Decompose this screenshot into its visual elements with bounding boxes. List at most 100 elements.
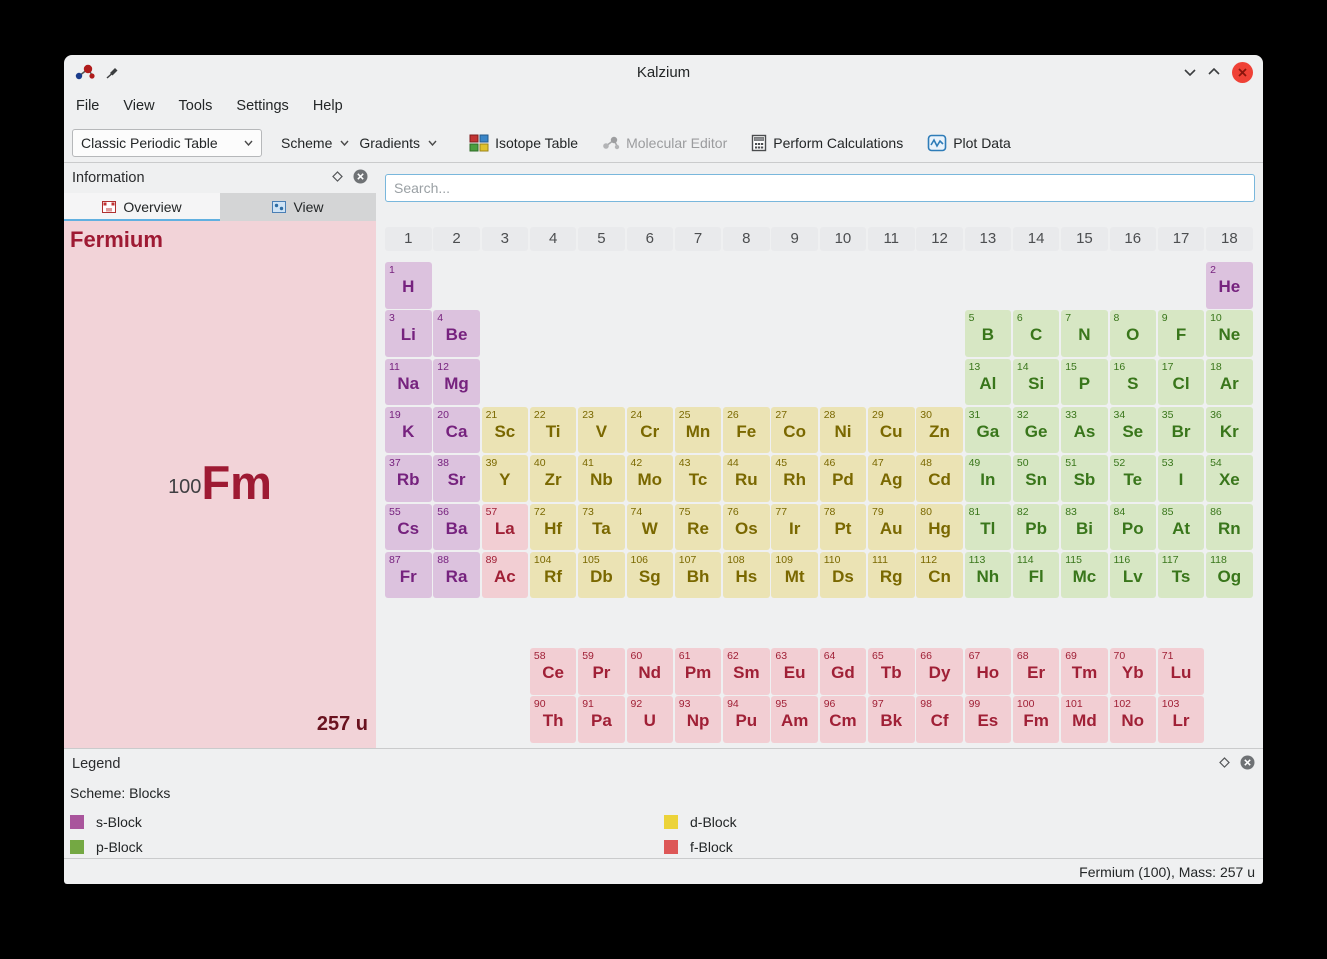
element-cell-no[interactable]: 102No — [1110, 696, 1157, 743]
element-cell-ra[interactable]: 88Ra — [433, 552, 480, 599]
element-cell-tl[interactable]: 81Tl — [965, 504, 1012, 551]
element-cell-ag[interactable]: 47Ag — [868, 455, 915, 502]
element-cell-eu[interactable]: 63Eu — [771, 648, 818, 695]
element-cell-mo[interactable]: 42Mo — [627, 455, 674, 502]
element-cell-ir[interactable]: 77Ir — [771, 504, 818, 551]
element-cell-os[interactable]: 76Os — [723, 504, 770, 551]
element-cell-ac[interactable]: 89Ac — [482, 552, 529, 599]
element-cell-tm[interactable]: 69Tm — [1061, 648, 1108, 695]
element-cell-mc[interactable]: 115Mc — [1061, 552, 1108, 599]
element-cell-pu[interactable]: 94Pu — [723, 696, 770, 743]
element-cell-rg[interactable]: 111Rg — [868, 552, 915, 599]
menu-item-settings[interactable]: Settings — [236, 98, 288, 114]
element-cell-al[interactable]: 13Al — [965, 359, 1012, 406]
element-cell-te[interactable]: 52Te — [1110, 455, 1157, 502]
element-cell-i[interactable]: 53I — [1158, 455, 1205, 502]
element-cell-cf[interactable]: 98Cf — [916, 696, 963, 743]
element-cell-og[interactable]: 118Og — [1206, 552, 1253, 599]
element-cell-ts[interactable]: 117Ts — [1158, 552, 1205, 599]
element-cell-er[interactable]: 68Er — [1013, 648, 1060, 695]
element-cell-md[interactable]: 101Md — [1061, 696, 1108, 743]
element-cell-sn[interactable]: 50Sn — [1013, 455, 1060, 502]
close-button[interactable] — [1232, 62, 1253, 83]
element-cell-ce[interactable]: 58Ce — [530, 648, 577, 695]
tab-view[interactable]: View — [220, 193, 376, 221]
element-cell-pm[interactable]: 61Pm — [675, 648, 722, 695]
element-cell-u[interactable]: 92U — [627, 696, 674, 743]
float-panel-icon[interactable] — [1219, 756, 1230, 772]
element-cell-bi[interactable]: 83Bi — [1061, 504, 1108, 551]
element-cell-o[interactable]: 8O — [1110, 310, 1157, 357]
element-cell-mg[interactable]: 12Mg — [433, 359, 480, 406]
element-cell-in[interactable]: 49In — [965, 455, 1012, 502]
element-cell-la[interactable]: 57La — [482, 504, 529, 551]
element-cell-na[interactable]: 11Na — [385, 359, 432, 406]
menu-item-help[interactable]: Help — [313, 98, 343, 114]
element-cell-sm[interactable]: 62Sm — [723, 648, 770, 695]
element-cell-br[interactable]: 35Br — [1158, 407, 1205, 454]
element-cell-np[interactable]: 93Np — [675, 696, 722, 743]
element-cell-li[interactable]: 3Li — [385, 310, 432, 357]
element-cell-am[interactable]: 95Am — [771, 696, 818, 743]
element-cell-rf[interactable]: 104Rf — [530, 552, 577, 599]
element-cell-ho[interactable]: 67Ho — [965, 648, 1012, 695]
element-cell-y[interactable]: 39Y — [482, 455, 529, 502]
element-cell-pd[interactable]: 46Pd — [820, 455, 867, 502]
element-cell-cr[interactable]: 24Cr — [627, 407, 674, 454]
element-cell-rn[interactable]: 86Rn — [1206, 504, 1253, 551]
menu-item-tools[interactable]: Tools — [179, 98, 213, 114]
element-cell-lr[interactable]: 103Lr — [1158, 696, 1205, 743]
pin-icon[interactable] — [104, 64, 120, 80]
element-cell-mt[interactable]: 109Mt — [771, 552, 818, 599]
element-cell-se[interactable]: 34Se — [1110, 407, 1157, 454]
element-cell-pr[interactable]: 59Pr — [578, 648, 625, 695]
element-cell-cl[interactable]: 17Cl — [1158, 359, 1205, 406]
element-cell-sb[interactable]: 51Sb — [1061, 455, 1108, 502]
element-cell-po[interactable]: 84Po — [1110, 504, 1157, 551]
element-cell-k[interactable]: 19K — [385, 407, 432, 454]
element-cell-w[interactable]: 74W — [627, 504, 674, 551]
element-cell-cn[interactable]: 112Cn — [916, 552, 963, 599]
float-panel-icon[interactable] — [332, 170, 343, 186]
element-cell-hg[interactable]: 80Hg — [916, 504, 963, 551]
element-cell-cs[interactable]: 55Cs — [385, 504, 432, 551]
element-cell-nh[interactable]: 113Nh — [965, 552, 1012, 599]
element-cell-rh[interactable]: 45Rh — [771, 455, 818, 502]
element-cell-v[interactable]: 23V — [578, 407, 625, 454]
element-cell-ar[interactable]: 18Ar — [1206, 359, 1253, 406]
element-cell-p[interactable]: 15P — [1061, 359, 1108, 406]
element-cell-ti[interactable]: 22Ti — [530, 407, 577, 454]
element-cell-th[interactable]: 90Th — [530, 696, 577, 743]
element-cell-nd[interactable]: 60Nd — [627, 648, 674, 695]
search-input[interactable] — [385, 174, 1255, 202]
element-cell-lu[interactable]: 71Lu — [1158, 648, 1205, 695]
element-cell-ta[interactable]: 73Ta — [578, 504, 625, 551]
element-cell-bk[interactable]: 97Bk — [868, 696, 915, 743]
element-cell-dy[interactable]: 66Dy — [916, 648, 963, 695]
element-cell-si[interactable]: 14Si — [1013, 359, 1060, 406]
element-cell-c[interactable]: 6C — [1013, 310, 1060, 357]
element-cell-hf[interactable]: 72Hf — [530, 504, 577, 551]
element-cell-sr[interactable]: 38Sr — [433, 455, 480, 502]
tab-overview[interactable]: Overview — [64, 193, 220, 221]
element-cell-gd[interactable]: 64Gd — [820, 648, 867, 695]
element-cell-hs[interactable]: 108Hs — [723, 552, 770, 599]
gradients-button[interactable]: Gradients — [354, 128, 442, 158]
element-cell-co[interactable]: 27Co — [771, 407, 818, 454]
element-cell-sg[interactable]: 106Sg — [627, 552, 674, 599]
element-cell-cm[interactable]: 96Cm — [820, 696, 867, 743]
element-cell-nb[interactable]: 41Nb — [578, 455, 625, 502]
element-cell-h[interactable]: 1H — [385, 262, 432, 309]
element-cell-ru[interactable]: 44Ru — [723, 455, 770, 502]
element-cell-au[interactable]: 79Au — [868, 504, 915, 551]
element-cell-bh[interactable]: 107Bh — [675, 552, 722, 599]
element-cell-fm[interactable]: 100Fm — [1013, 696, 1060, 743]
perform-calculations-button[interactable]: Perform Calculations — [746, 128, 908, 158]
element-cell-sc[interactable]: 21Sc — [482, 407, 529, 454]
element-cell-cu[interactable]: 29Cu — [868, 407, 915, 454]
element-cell-at[interactable]: 85At — [1158, 504, 1205, 551]
plot-data-button[interactable]: Plot Data — [922, 128, 1016, 158]
element-cell-he[interactable]: 2He — [1206, 262, 1253, 309]
element-cell-as[interactable]: 33As — [1061, 407, 1108, 454]
isotope-table-button[interactable]: Isotope Table — [464, 128, 583, 158]
